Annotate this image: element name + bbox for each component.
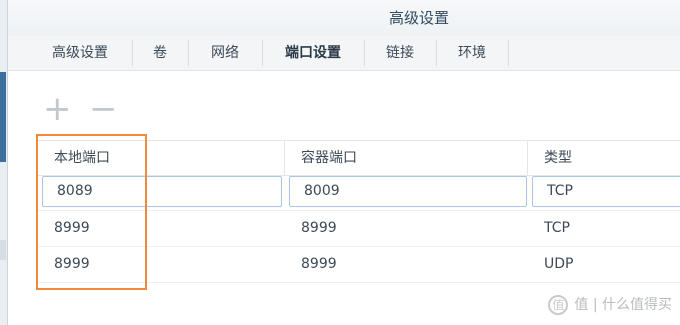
container-port-cell[interactable]: 8999: [285, 246, 528, 282]
table-row[interactable]: 8999 8999 UDP: [38, 246, 680, 283]
tab-port-settings[interactable]: 端口设置: [262, 40, 365, 66]
table-header: 本地端口 容器端口 类型: [38, 140, 680, 176]
local-port-cell[interactable]: 8999: [38, 210, 285, 246]
background-window-accent: [0, 72, 6, 162]
tab-advanced-settings[interactable]: 高级设置: [28, 40, 133, 66]
header-type[interactable]: 类型: [528, 141, 680, 175]
local-port-input[interactable]: 8089: [42, 176, 282, 207]
table-row[interactable]: 8089 8009 TCP: [38, 174, 680, 211]
header-local-port[interactable]: 本地端口: [38, 141, 285, 175]
background-window-block: [0, 240, 6, 260]
title-bar: 高级设置: [8, 0, 680, 36]
watermark-text: 值 | 什么值得买: [574, 297, 672, 313]
minus-icon[interactable]: −: [89, 92, 118, 126]
tab-bar: 高级设置 卷 网络 端口设置 链接 环境: [8, 36, 680, 71]
tab-network[interactable]: 网络: [188, 40, 263, 66]
header-container-port[interactable]: 容器端口: [285, 141, 528, 175]
type-cell[interactable]: TCP: [528, 210, 680, 246]
zhi-logo-icon: 值: [548, 295, 569, 315]
tab-environment[interactable]: 环境: [436, 40, 509, 66]
type-cell[interactable]: UDP: [528, 246, 680, 282]
tab-volume[interactable]: 卷: [132, 40, 189, 66]
type-select[interactable]: TCP: [532, 176, 680, 207]
plus-icon[interactable]: +: [43, 92, 72, 126]
window-title: 高级设置: [388, 9, 449, 27]
container-port-cell[interactable]: 8999: [285, 210, 528, 246]
table-row[interactable]: 8999 8999 TCP: [38, 210, 680, 247]
watermark: 值 值 | 什么值得买: [548, 293, 672, 317]
background-window-edge: [0, 0, 8, 325]
local-port-cell[interactable]: 8999: [38, 246, 285, 282]
container-port-input[interactable]: 8009: [289, 176, 527, 207]
docker-settings-window: 高级设置 高级设置 卷 网络 端口设置 链接 环境 + − 本地端口 容器端口 …: [0, 0, 680, 325]
tab-links[interactable]: 链接: [364, 40, 437, 66]
